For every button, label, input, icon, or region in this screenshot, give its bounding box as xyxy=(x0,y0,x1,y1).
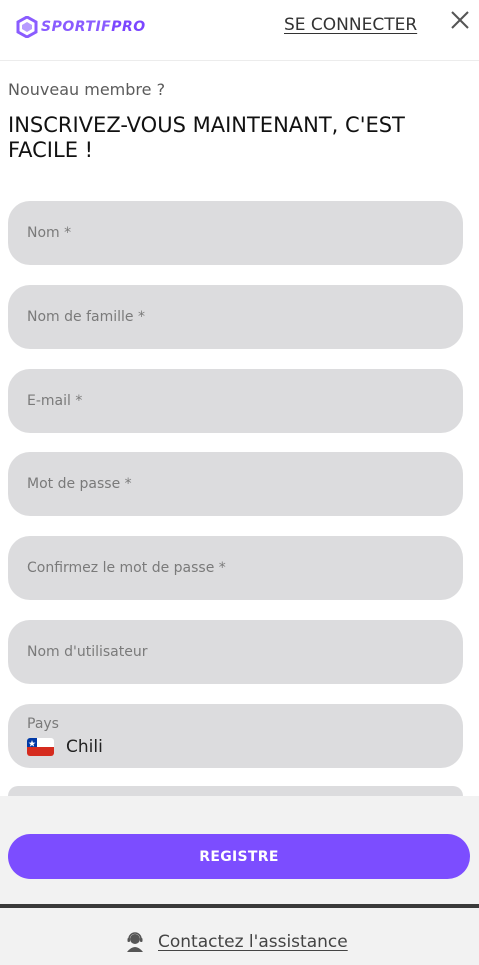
country-value: Chili xyxy=(27,737,103,757)
signin-link[interactable]: SE CONNECTER xyxy=(284,15,417,35)
chile-flag-icon xyxy=(27,738,54,756)
first-name-field[interactable]: Nom * xyxy=(8,201,463,265)
first-name-placeholder: Nom * xyxy=(27,225,72,241)
last-name-field[interactable]: Nom de famille * xyxy=(8,285,463,349)
logo-text: SPORTIFPRO xyxy=(41,19,146,35)
support-agent-icon xyxy=(127,932,143,952)
support-link[interactable]: Contactez l'assistance xyxy=(126,932,348,952)
country-name: Chili xyxy=(66,737,103,757)
close-icon[interactable] xyxy=(448,8,472,32)
password-placeholder: Mot de passe * xyxy=(27,476,132,492)
confirm-password-placeholder: Confirmez le mot de passe * xyxy=(27,560,226,576)
country-select[interactable]: Pays Chili xyxy=(8,704,463,768)
username-placeholder: Nom d'utilisateur xyxy=(27,644,148,660)
confirm-password-field[interactable]: Confirmez le mot de passe * xyxy=(8,536,463,600)
register-button[interactable]: REGISTRE xyxy=(8,834,470,879)
subtitle: Nouveau membre ? xyxy=(8,80,166,99)
logo-icon xyxy=(16,16,38,38)
password-field[interactable]: Mot de passe * xyxy=(8,452,463,516)
username-field[interactable]: Nom d'utilisateur xyxy=(8,620,463,684)
email-field[interactable]: E-mail * xyxy=(8,369,463,433)
header: SPORTIFPRO SE CONNECTER xyxy=(0,0,479,61)
email-placeholder: E-mail * xyxy=(27,393,83,409)
logo[interactable]: SPORTIFPRO xyxy=(16,16,146,38)
page-title: INSCRIVEZ-VOUS MAINTENANT, C'EST FACILE … xyxy=(8,113,405,162)
last-name-placeholder: Nom de famille * xyxy=(27,309,145,325)
country-label: Pays xyxy=(27,716,59,732)
support-label: Contactez l'assistance xyxy=(158,932,348,952)
